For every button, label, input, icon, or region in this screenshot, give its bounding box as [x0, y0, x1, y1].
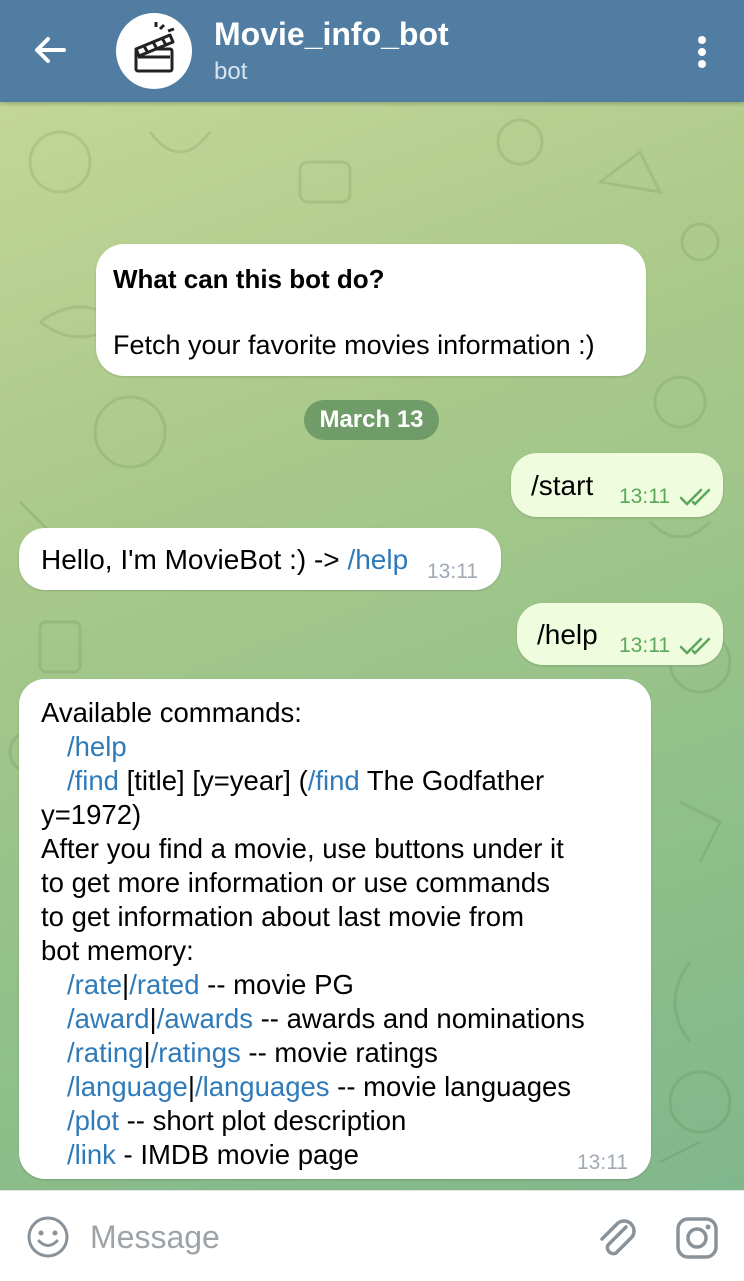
incoming-message-commands[interactable]: Available commands: /help /find [title] … — [19, 679, 651, 1179]
double-check-icon — [679, 637, 711, 655]
command-description: - IMDB movie page — [115, 1139, 359, 1170]
commands-line: After you find a movie, use buttons unde… — [41, 833, 564, 864]
commands-line: /link - IMDB movie page — [67, 1139, 359, 1171]
message-time: 13:11 — [619, 634, 670, 657]
message-composer: Message — [0, 1190, 744, 1281]
commands-line: /rate|/rated -- movie PG — [67, 969, 354, 1001]
rate-command-link[interactable]: /rate — [67, 969, 122, 1000]
commands-line: /award|/awards -- awards and nominations — [67, 1003, 585, 1035]
help-command-link[interactable]: /help — [67, 731, 127, 762]
commands-line: /rating|/ratings -- movie ratings — [67, 1037, 438, 1069]
date-badge: March 13 — [304, 400, 439, 440]
message-input[interactable]: Message — [90, 1219, 220, 1256]
message-time: 13:11 — [427, 560, 478, 583]
find-usage-text: [title] [y=year] ( — [118, 765, 308, 796]
commands-line: /language|/languages -- movie languages — [67, 1071, 571, 1103]
paperclip-icon[interactable] — [592, 1213, 640, 1261]
languages-command-link[interactable]: /languages — [195, 1071, 330, 1102]
commands-line: to get information about last movie from — [41, 901, 525, 932]
find-example-text: The Godfather — [359, 765, 545, 796]
commands-line: y=1972) — [41, 799, 142, 830]
commands-line: /help — [67, 731, 127, 763]
command-description: -- movie ratings — [240, 1037, 438, 1068]
separator: | — [143, 1037, 151, 1068]
command-description: -- movie languages — [329, 1071, 572, 1102]
chat-area[interactable]: What can this bot do? Fetch your favorit… — [0, 102, 744, 1190]
award-command-link[interactable]: /award — [67, 1003, 150, 1034]
awards-command-link[interactable]: /awards — [157, 1003, 253, 1034]
commands-line: to get more information or use commands — [41, 867, 550, 898]
help-command-link[interactable]: /help — [347, 544, 408, 575]
command-description: -- movie PG — [199, 969, 354, 1000]
start-command-link[interactable]: /start — [531, 470, 593, 502]
find-command-link[interactable]: /find — [67, 765, 119, 796]
language-command-link[interactable]: /language — [67, 1071, 188, 1102]
incoming-message-hello[interactable]: Hello, I'm MovieBot :) -> /help 13:11 — [19, 528, 501, 590]
hello-text: Hello, I'm MovieBot :) -> — [41, 544, 348, 575]
help-command-link[interactable]: /help — [537, 619, 598, 651]
message-time: 13:11 — [577, 1151, 628, 1174]
commands-line: bot memory: — [41, 935, 194, 966]
bot-description-heading: What can this bot do? — [113, 264, 385, 294]
rated-command-link[interactable]: /rated — [129, 969, 199, 1000]
bot-description-text: Fetch your favorite movies information :… — [113, 330, 595, 360]
clapperboard-icon — [134, 22, 175, 73]
camera-icon[interactable] — [674, 1215, 720, 1261]
arrow-left-icon[interactable] — [30, 30, 70, 70]
separator: | — [149, 1003, 157, 1034]
avatar[interactable] — [116, 13, 192, 89]
ratings-command-link[interactable]: /ratings — [151, 1037, 241, 1068]
more-vertical-icon[interactable] — [690, 32, 714, 72]
commands-line: /plot -- short plot description — [67, 1105, 406, 1137]
bot-description-card: What can this bot do? Fetch your favorit… — [96, 244, 646, 376]
plot-command-link[interactable]: /plot — [67, 1105, 119, 1136]
commands-line: Available commands: — [41, 697, 302, 728]
command-description: -- short plot description — [118, 1105, 407, 1136]
outgoing-message-help[interactable]: /help 13:11 — [517, 603, 723, 665]
message-text: Hello, I'm MovieBot :) -> /help — [41, 544, 408, 576]
commands-line: /find [title] [y=year] (/find The Godfat… — [67, 765, 544, 797]
find-command-link[interactable]: /find — [308, 765, 360, 796]
chat-subtitle: bot — [214, 58, 248, 85]
smile-icon[interactable] — [26, 1215, 70, 1259]
double-check-icon — [679, 488, 711, 506]
link-command-link[interactable]: /link — [67, 1139, 116, 1170]
command-description: -- awards and nominations — [253, 1003, 585, 1034]
chat-header: Movie_info_bot bot — [0, 0, 744, 102]
separator: | — [187, 1071, 195, 1102]
chat-title[interactable]: Movie_info_bot — [214, 16, 449, 53]
outgoing-message-start[interactable]: /start 13:11 — [511, 453, 723, 517]
message-time: 13:11 — [619, 485, 670, 508]
rating-command-link[interactable]: /rating — [67, 1037, 143, 1068]
